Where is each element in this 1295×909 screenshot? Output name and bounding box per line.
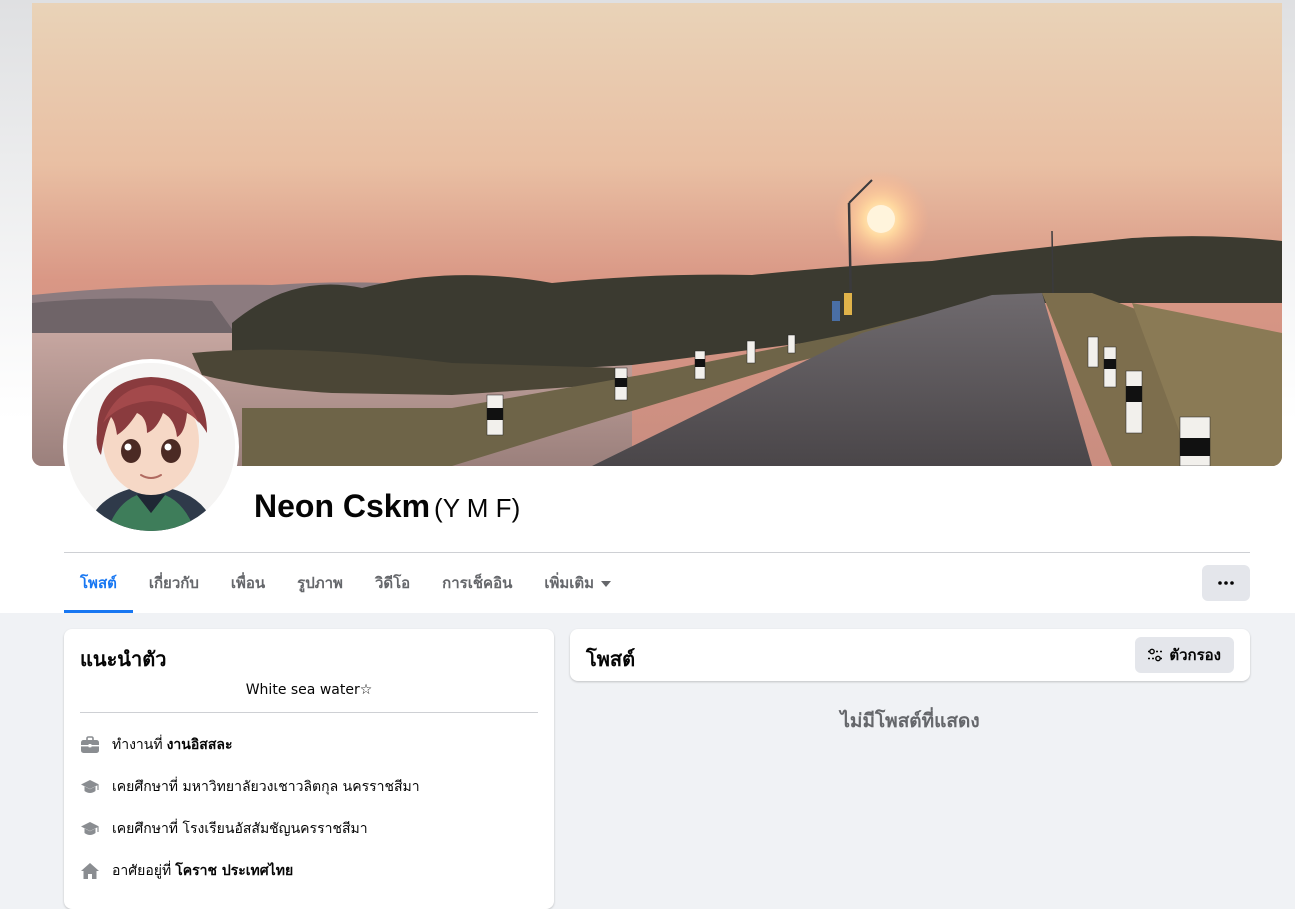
tab-photos[interactable]: รูปภาพ bbox=[281, 553, 359, 613]
filter-button-label: ตัวกรอง bbox=[1169, 646, 1221, 664]
home-icon bbox=[80, 861, 100, 881]
tab-friends[interactable]: เพื่อน bbox=[215, 553, 281, 613]
intro-education-2-prefix: เคยศึกษาที่ bbox=[112, 821, 179, 837]
profile-alternate-name: (Y M F) bbox=[434, 493, 521, 523]
intro-title: แนะนำตัว bbox=[80, 647, 167, 671]
tab-more[interactable]: เพิ่มเติม bbox=[528, 553, 627, 613]
chevron-down-icon bbox=[601, 580, 612, 587]
intro-education-2-value[interactable]: โรงเรียนอัสสัมชัญนครราชสีมา bbox=[183, 818, 368, 840]
intro-item-education-1: เคยศึกษาที่ มหาวิทยาลัยวงเชาวลิตกุล นครร… bbox=[80, 775, 420, 799]
intro-education-1-prefix: เคยศึกษาที่ bbox=[112, 779, 179, 795]
tab-more-label: เพิ่มเติม bbox=[544, 574, 595, 592]
anime-avatar-illustration bbox=[67, 363, 235, 531]
intro-bio: White sea water☆ bbox=[245, 682, 373, 698]
intro-item-education-2: เคยศึกษาที่ โรงเรียนอัสสัมชัญนครราชสีมา bbox=[80, 817, 368, 841]
intro-lives-value[interactable]: โคราช ประเทศไทย bbox=[175, 860, 293, 882]
profile-name-row: Neon Cskm (Y M F) bbox=[254, 488, 520, 525]
intro-work-prefix: ทำงานที่ bbox=[112, 737, 163, 753]
tab-checkins[interactable]: การเช็คอิน bbox=[426, 553, 528, 613]
posts-title: โพสต์ bbox=[586, 647, 636, 671]
more-horizontal-icon bbox=[1218, 581, 1234, 585]
intro-item-work: ทำงานที่ งานอิสสละ bbox=[80, 733, 232, 757]
no-posts-message: ไม่มีโพสต์ที่แสดง bbox=[840, 710, 980, 732]
filter-sliders-icon bbox=[1148, 648, 1163, 662]
posts-header-card: โพสต์ ตัวกรอง bbox=[570, 629, 1250, 681]
intro-lives-prefix: อาศัยอยู่ที่ bbox=[112, 863, 172, 879]
intro-work-value[interactable]: งานอิสสละ bbox=[167, 734, 233, 756]
profile-name: Neon Cskm bbox=[254, 488, 431, 524]
tab-posts[interactable]: โพสต์ bbox=[64, 553, 133, 613]
graduation-cap-icon bbox=[80, 819, 100, 839]
filter-button[interactable]: ตัวกรอง bbox=[1135, 637, 1234, 673]
intro-item-lives-in: อาศัยอยู่ที่ โคราช ประเทศไทย bbox=[80, 859, 293, 883]
more-options-button[interactable] bbox=[1202, 565, 1250, 601]
intro-education-1-value[interactable]: มหาวิทยาลัยวงเชาวลิตกุล นครราชสีมา bbox=[183, 776, 420, 798]
briefcase-icon bbox=[80, 735, 100, 755]
intro-card: แนะนำตัว White sea water☆ ทำงานที่ งานอิส… bbox=[64, 629, 554, 909]
tab-videos[interactable]: วิดีโอ bbox=[359, 553, 426, 613]
graduation-cap-icon bbox=[80, 777, 100, 797]
intro-divider bbox=[80, 712, 538, 713]
tab-about[interactable]: เกี่ยวกับ bbox=[133, 553, 215, 613]
profile-picture[interactable] bbox=[63, 359, 239, 535]
avatar bbox=[67, 363, 235, 531]
profile-tabs: โพสต์ เกี่ยวกับ เพื่อน รูปภาพ วิดีโอ การ… bbox=[64, 553, 627, 613]
